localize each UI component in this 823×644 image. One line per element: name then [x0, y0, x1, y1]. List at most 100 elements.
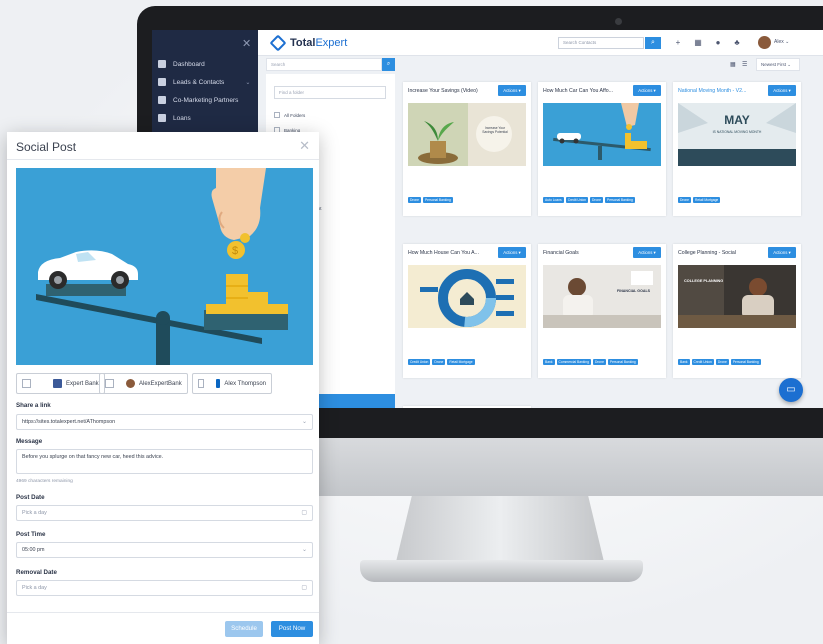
search-icon[interactable]: ⌕: [382, 58, 395, 71]
account-facebook-toggle[interactable]: Expert Bank: [16, 373, 105, 394]
card-title[interactable]: National Moving Month - V2...: [678, 88, 764, 94]
tag-list: Drone Personal Banking: [408, 197, 453, 203]
twitter-icon: [126, 379, 135, 388]
account-linkedin-toggle[interactable]: Alex Thompson: [192, 373, 272, 394]
social-post-modal: Social Post ✕ $ Expert Bank AlexExpertBa…: [7, 132, 319, 644]
tag: Drone: [592, 359, 606, 365]
post-date-label: Post Date: [16, 494, 45, 501]
card-image-text: Increase Your Savings Potential: [482, 126, 508, 134]
tag: Personal Banking: [730, 359, 761, 365]
card-image: [408, 265, 526, 328]
folder-search-input[interactable]: Find a folder: [274, 86, 386, 99]
search-contacts-input[interactable]: Search Contacts: [558, 37, 644, 49]
content-card[interactable]: Increase Your Savings (Video) Actions ▾ …: [403, 82, 531, 216]
help-icon[interactable]: ●: [713, 38, 723, 48]
tag: Personal Banking: [607, 359, 638, 365]
card-image: FINANCIAL GOALS: [543, 265, 661, 328]
loans-icon: [158, 114, 166, 122]
sidebar-item-dashboard[interactable]: Dashboard: [158, 56, 205, 72]
message-label: Message: [16, 438, 43, 445]
checkbox[interactable]: [198, 379, 204, 388]
sidebar-item-label: Dashboard: [173, 60, 205, 68]
post-image: $: [16, 168, 313, 365]
tag: Personal Banking: [605, 197, 635, 203]
calendar-icon: ▢: [301, 510, 307, 516]
user-name[interactable]: Alex ⌄: [774, 39, 789, 45]
card-title[interactable]: How Much House Can You A...: [408, 250, 494, 256]
close-icon[interactable]: ✕: [299, 138, 310, 154]
post-now-button[interactable]: Post Now: [271, 621, 313, 637]
dashboard-icon: [158, 60, 166, 68]
tag-list: Auto Loans Credit Union Drone Personal B…: [543, 197, 635, 203]
chars-remaining: 4969 characters remaining: [16, 479, 73, 484]
tag-list: Bank Credit Union Drone Personal Banking: [678, 359, 761, 365]
card-image: COLLEGE PLANNING: [678, 265, 796, 328]
search-icon[interactable]: ⌕: [645, 37, 661, 49]
monitor-base: [360, 560, 643, 582]
chat-icon[interactable]: ▭: [779, 378, 803, 402]
content-card[interactable]: Financial Goals Actions ▾ FINANCIAL GOAL…: [538, 244, 666, 378]
card-image: [543, 103, 661, 166]
content-card[interactable]: How Much House Can You A... Actions ▾ Cr…: [403, 244, 531, 378]
tag: Commercial Banking: [556, 359, 591, 365]
sidebar-item-loans[interactable]: Loans: [158, 110, 191, 126]
card-image-text: MAY: [724, 113, 750, 127]
card-title[interactable]: Financial Goals: [543, 250, 629, 256]
checkbox[interactable]: [274, 112, 280, 118]
content-card[interactable]: How Much Car Can You Affo... Actions ▾ A…: [538, 82, 666, 216]
app-header: TotalExpert Search Contacts ⌕ + ▦ ● ♣ Al…: [258, 30, 823, 56]
account-label: Expert Bank: [66, 380, 99, 387]
card-title[interactable]: College Planning - Social: [678, 250, 764, 256]
tag: Bank: [543, 359, 555, 365]
folder-item[interactable]: All Folders: [274, 112, 305, 118]
actions-button[interactable]: Actions ▾: [768, 85, 796, 96]
tag: Drone: [590, 197, 603, 203]
grid-icon[interactable]: ▦: [693, 38, 703, 48]
content-card[interactable]: [403, 406, 531, 408]
content-search-input[interactable]: Search: [266, 58, 382, 71]
chevron-down-icon: ⌄: [301, 547, 307, 553]
share-link-select[interactable]: https://sites.totalexpert.net/AThompson ⌄: [16, 414, 313, 430]
removal-date-label: Removal Date: [16, 569, 57, 576]
actions-button[interactable]: Actions ▾: [633, 85, 661, 96]
message-textarea[interactable]: Before you splurge on that fancy new car…: [16, 449, 313, 474]
post-time-select[interactable]: 05:00 pm ⌄: [16, 542, 313, 558]
svg-text:$: $: [232, 245, 238, 257]
list-view-icon[interactable]: ☰: [742, 61, 747, 68]
people-icon[interactable]: ♣: [732, 38, 742, 48]
content-card[interactable]: College Planning - Social Actions ▾ COLL…: [673, 244, 801, 378]
share-link-label: Share a link: [16, 402, 51, 409]
add-icon[interactable]: +: [673, 38, 683, 48]
tag-list: Credit Union Drone Retail Mortgage: [408, 359, 475, 365]
tag-list: Bank Commercial Banking Drone Personal B…: [543, 359, 638, 365]
checkbox[interactable]: [105, 379, 114, 388]
tag: Drone: [432, 359, 446, 365]
content-card[interactable]: National Moving Month - V2... Actions ▾ …: [673, 82, 801, 216]
schedule-button[interactable]: Schedule: [225, 621, 263, 637]
actions-button[interactable]: Actions ▾: [498, 85, 526, 96]
actions-button[interactable]: Actions ▾: [633, 247, 661, 258]
grid-view-icon[interactable]: ▦: [730, 61, 736, 68]
post-date-input[interactable]: Pick a day ▢: [16, 505, 313, 521]
checkbox[interactable]: [22, 379, 31, 388]
close-icon[interactable]: ✕: [242, 37, 251, 50]
tag: Credit Union: [408, 359, 431, 365]
removal-date-input[interactable]: Pick a day ▢: [16, 580, 313, 596]
tag: Drone: [678, 197, 691, 203]
account-label: Alex Thompson: [224, 380, 266, 387]
sidebar-item-leads-contacts[interactable]: Leads & Contacts ⌄: [158, 74, 250, 90]
linkedin-icon: [215, 379, 221, 388]
card-title[interactable]: How Much Car Can You Affo...: [543, 88, 629, 94]
actions-button[interactable]: Actions ▾: [498, 247, 526, 258]
camera: [615, 18, 622, 25]
tag: Retail Mortgage: [447, 359, 475, 365]
sidebar-item-co-marketing[interactable]: Co-Marketing Partners: [158, 92, 238, 108]
avatar[interactable]: [758, 36, 771, 49]
card-title[interactable]: Increase Your Savings (Video): [408, 88, 494, 94]
sidebar-item-label: Loans: [173, 114, 191, 122]
actions-button[interactable]: Actions ▾: [768, 247, 796, 258]
account-twitter-toggle[interactable]: AlexExpertBank: [99, 373, 188, 394]
sort-select[interactable]: Newest First ⌄: [756, 58, 800, 71]
tag: Drone: [715, 359, 729, 365]
tag: Drone: [408, 197, 421, 203]
